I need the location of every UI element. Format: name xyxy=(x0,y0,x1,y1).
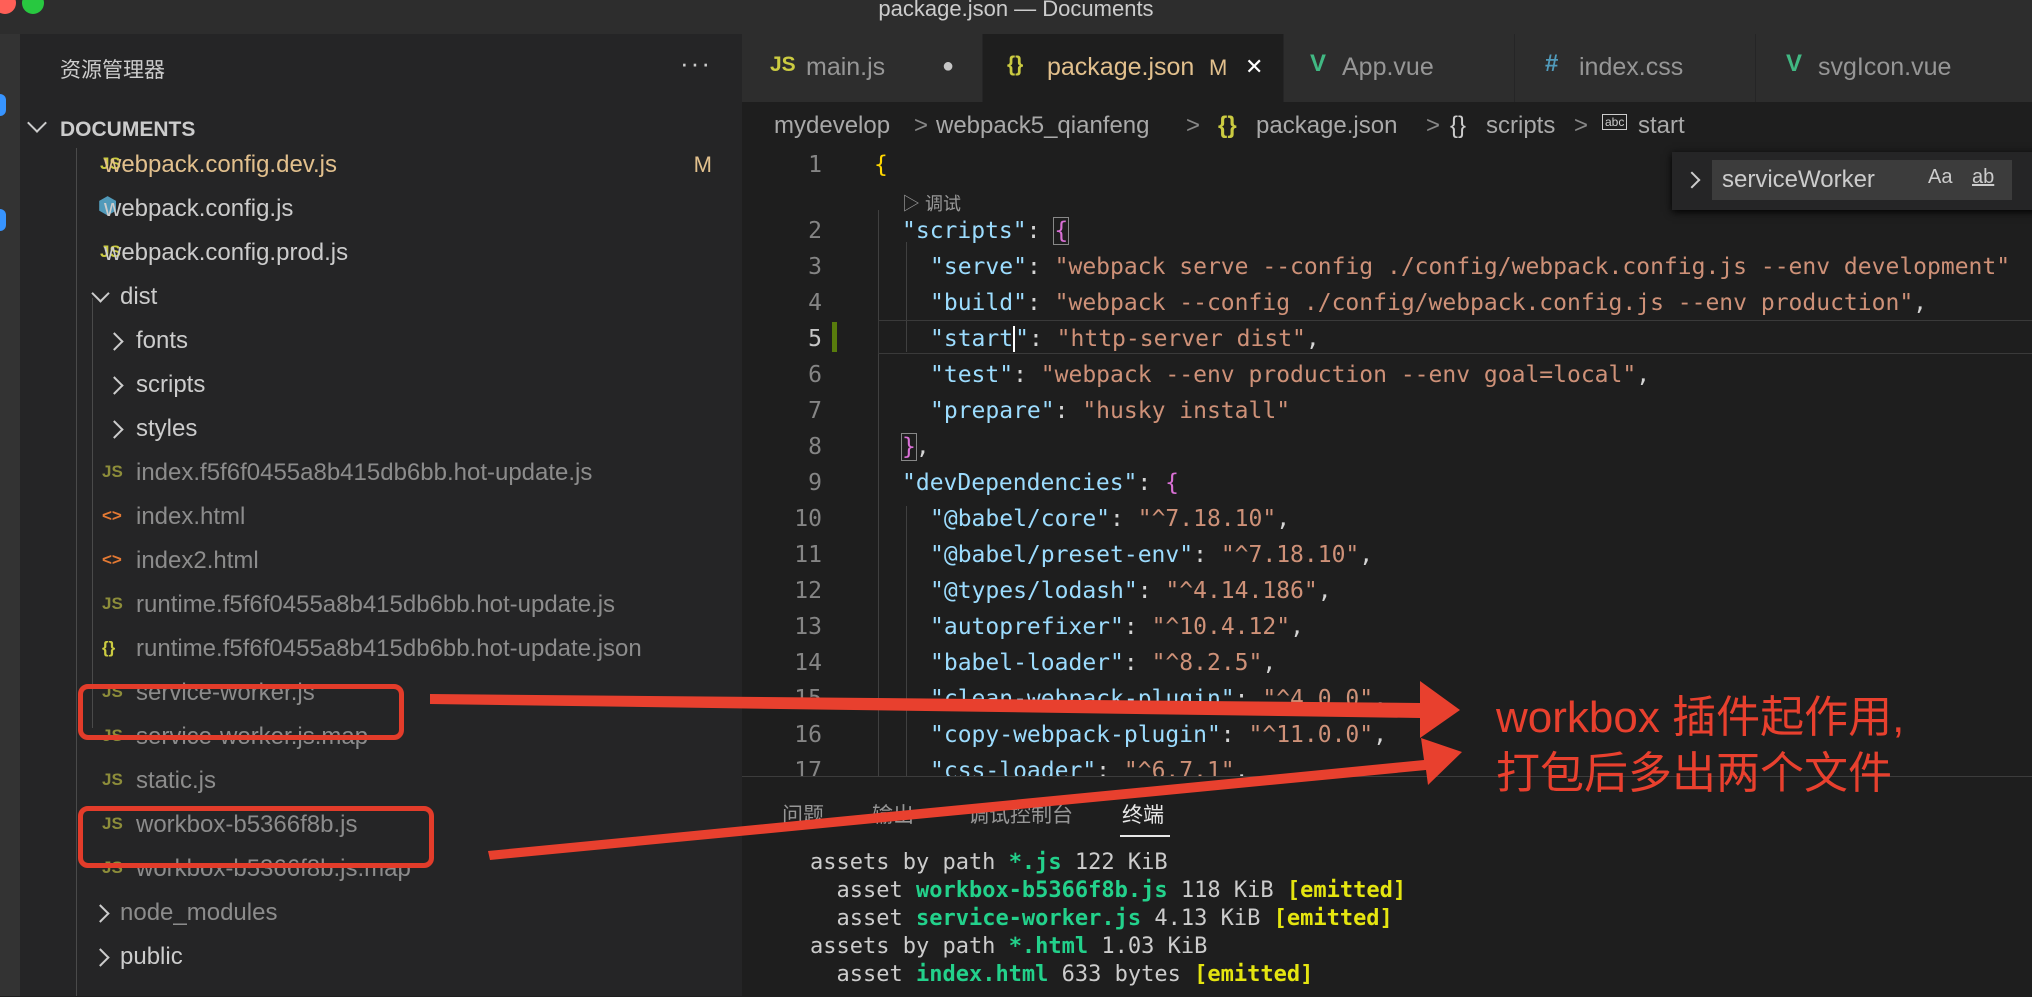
arrow-to-annotation-2 xyxy=(488,738,1462,860)
annotation-arrows xyxy=(430,681,1462,860)
annotation-callout: workbox 插件起作用, 打包后多出两个文件 xyxy=(1496,690,1904,802)
annotation-line: 打包后多出两个文件 xyxy=(1496,749,1892,798)
arrow-to-annotation-1 xyxy=(430,681,1460,738)
annotation-line: workbox 插件起作用, xyxy=(1496,693,1905,742)
